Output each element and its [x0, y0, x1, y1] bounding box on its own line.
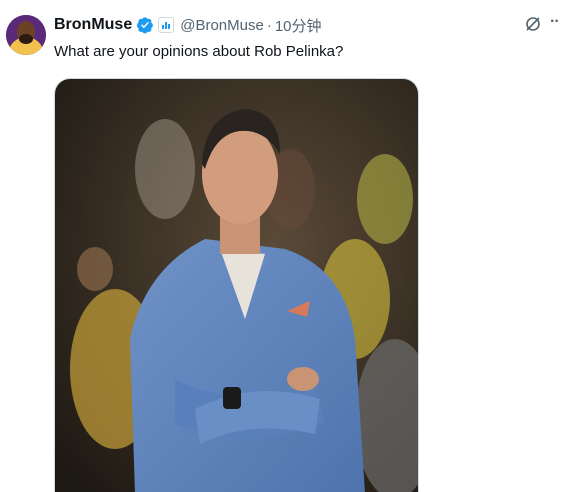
avatar[interactable] — [6, 15, 46, 55]
tweet[interactable]: BronMuse @BronMuse · 10分钟 ·· What are yo… — [0, 0, 565, 492]
verified-badge-icon[interactable] — [136, 16, 154, 34]
affiliate-badge-icon[interactable] — [158, 17, 175, 33]
separator-dot: · — [266, 16, 272, 34]
timestamp[interactable]: 10分钟 — [275, 15, 322, 36]
tweet-text: What are your opinions about Rob Pelinka… — [54, 43, 344, 60]
avatar-image — [6, 15, 46, 55]
tweet-photo[interactable] — [54, 78, 419, 492]
grok-icon[interactable] — [525, 16, 541, 37]
more-icon[interactable]: ·· — [550, 13, 560, 31]
display-name[interactable]: BronMuse — [54, 16, 132, 34]
photo-image — [55, 79, 418, 492]
tweet-header: BronMuse @BronMuse · 10分钟 — [54, 14, 322, 36]
user-handle[interactable]: @BronMuse — [180, 17, 264, 34]
